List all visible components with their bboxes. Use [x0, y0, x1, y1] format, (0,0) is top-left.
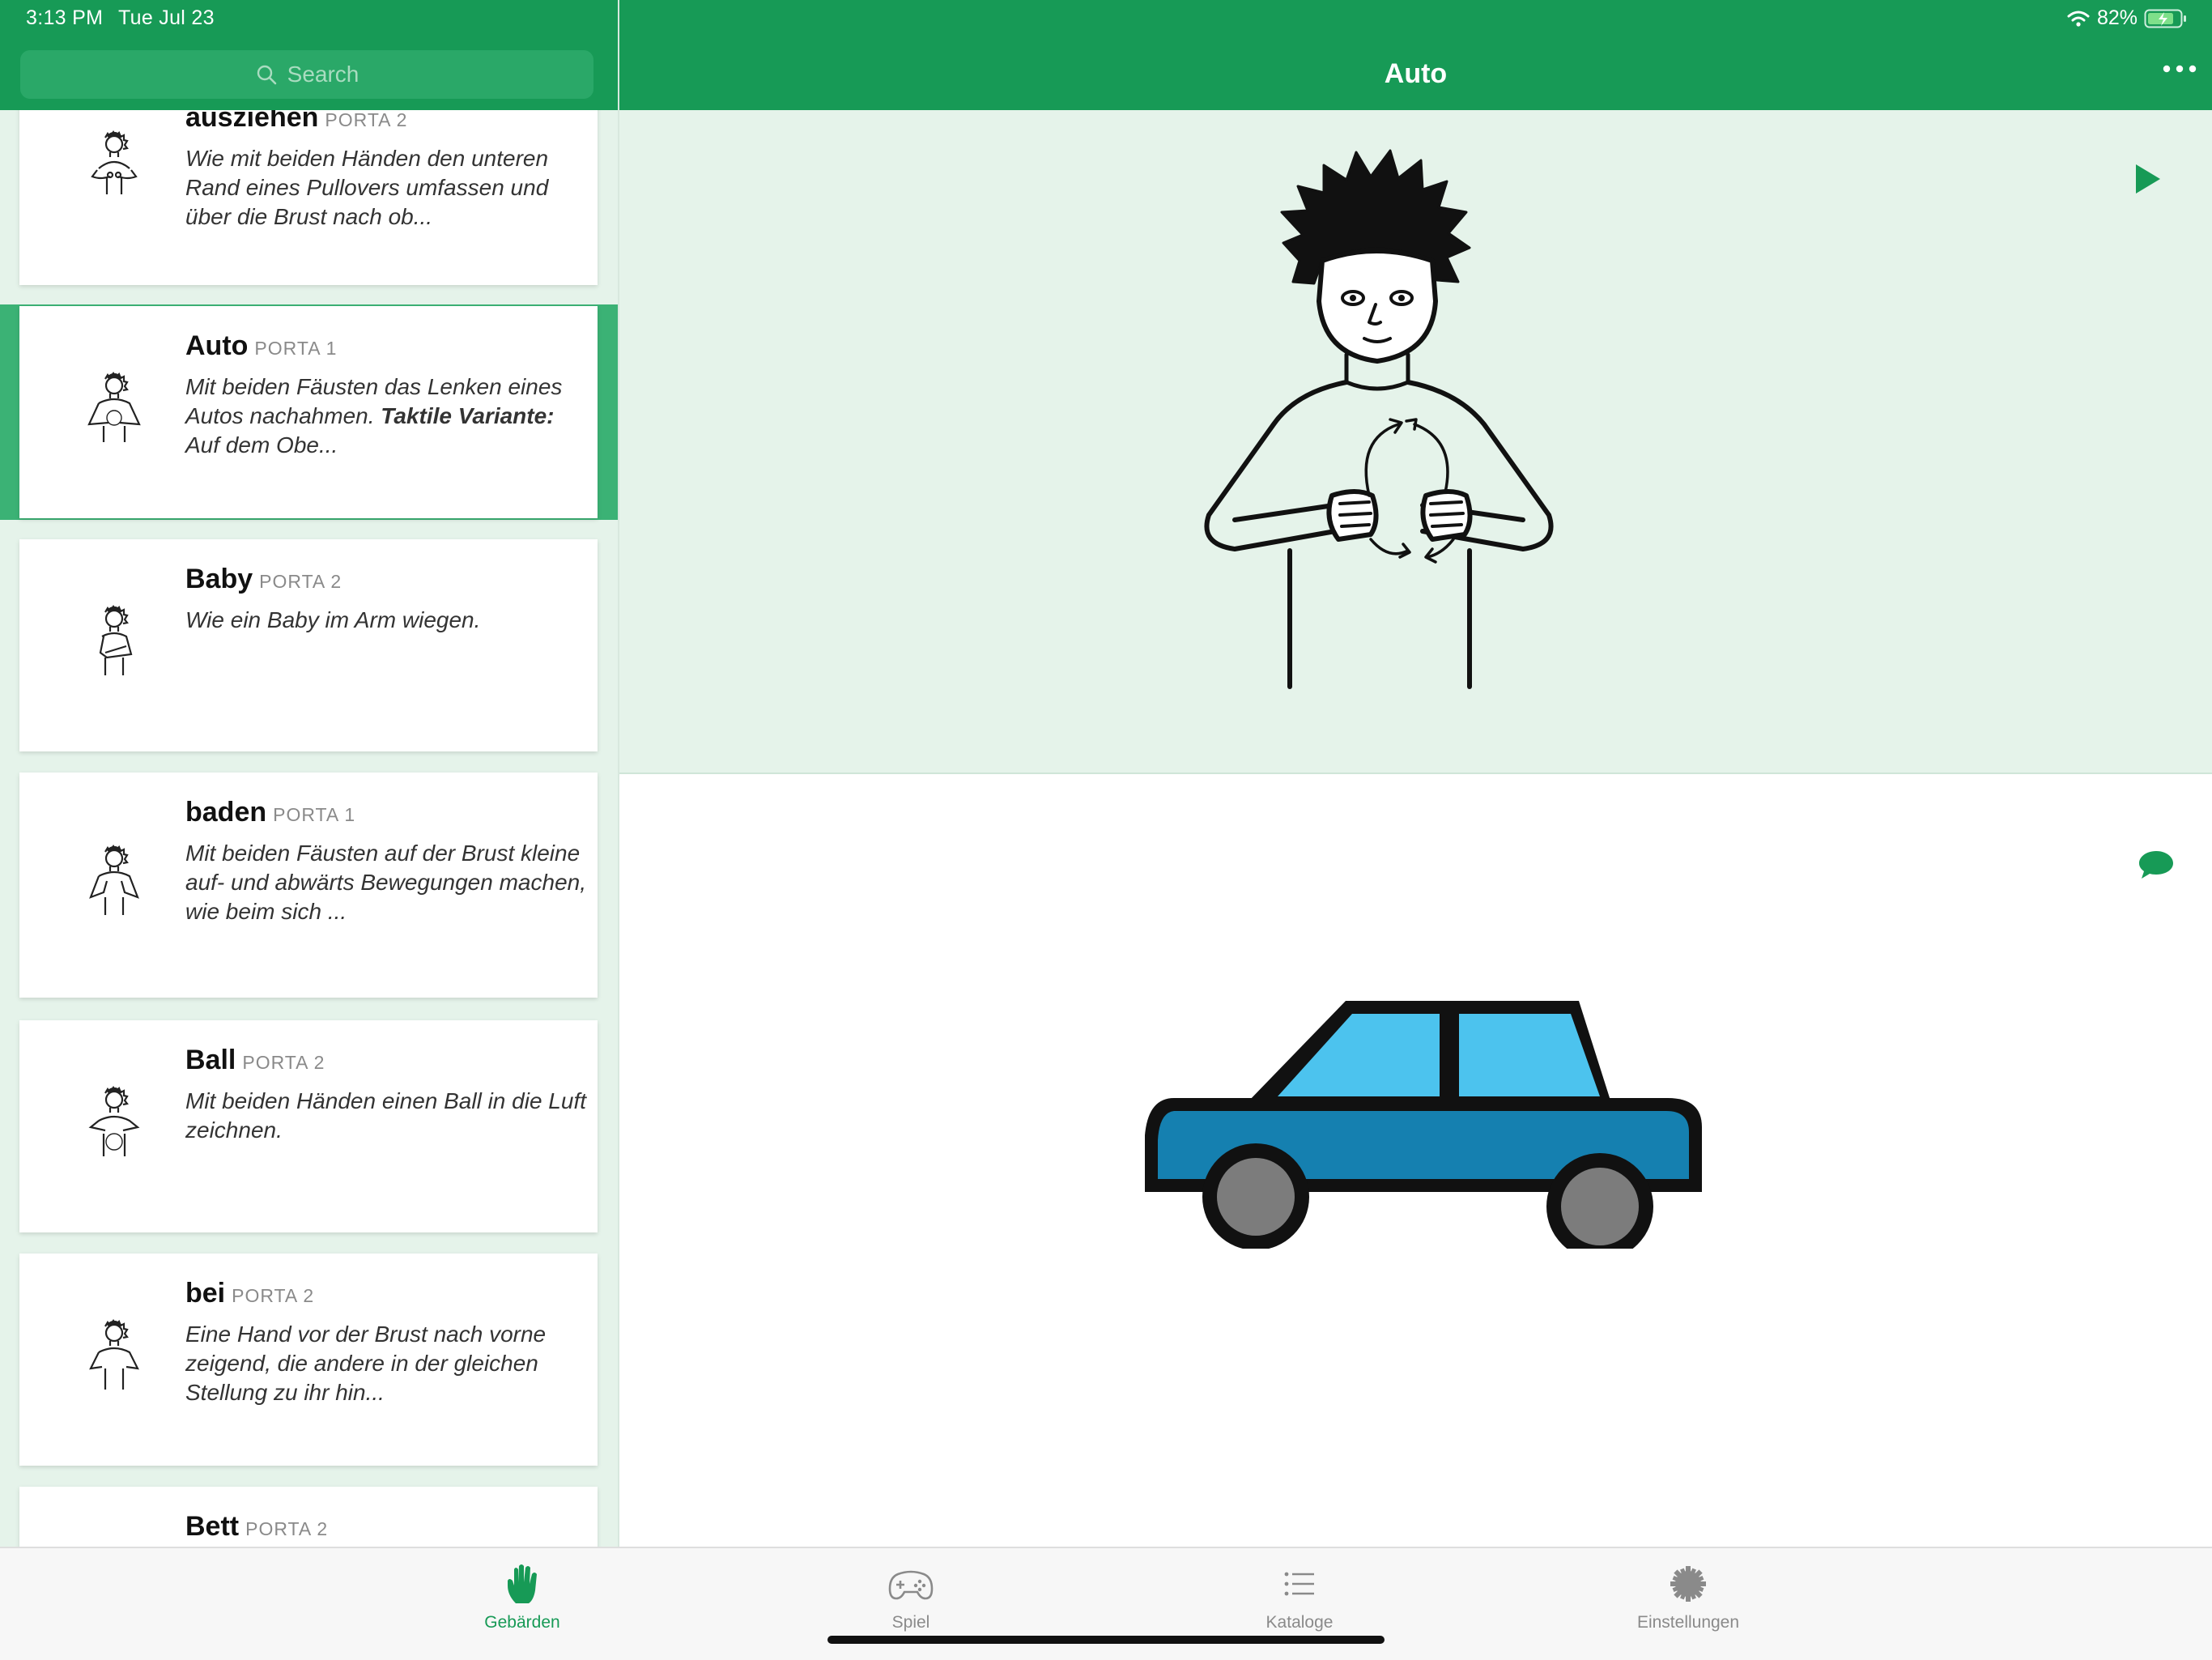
entry-description: Mit beiden Fäusten auf der Brust kleine … — [185, 841, 586, 924]
sign-thumbnail-icon — [91, 130, 138, 194]
list-item-baden[interactable]: baden PORTA 1 Mit beiden Fäusten auf der … — [19, 773, 598, 998]
entry-category: PORTA 1 — [254, 338, 338, 359]
entry-category: PORTA 2 — [232, 1285, 315, 1306]
sign-thumbnail-icon — [99, 604, 133, 675]
play-icon[interactable] — [2133, 162, 2163, 196]
sign-illustration — [1204, 149, 1554, 689]
page-title: Auto — [1384, 58, 1448, 89]
entry-category: PORTA 2 — [245, 1518, 329, 1539]
gear-icon — [1670, 1566, 1706, 1602]
tab-label: Kataloge — [1266, 1613, 1334, 1632]
tab-spiel[interactable]: Spiel — [789, 1555, 1032, 1636]
pictogram-panel — [619, 774, 2212, 1547]
entry-description: Wie mit beiden Händen den unteren Rand e… — [185, 146, 549, 229]
search-icon — [257, 65, 276, 85]
list-item-bei[interactable]: bei PORTA 2 Eine Hand vor der Brust nach … — [19, 1254, 598, 1466]
status-time: 3:13 PM — [26, 6, 104, 29]
sign-thumbnail-icon — [87, 371, 141, 442]
car-pictogram — [1145, 1001, 1702, 1249]
wifi-icon — [2067, 11, 2090, 27]
entry-word: Ball — [185, 1045, 236, 1075]
tab-label: Gebärden — [484, 1613, 560, 1632]
entry-category: PORTA 2 — [242, 1052, 325, 1073]
tab-label: Spiel — [891, 1613, 930, 1632]
entry-category: PORTA 2 — [259, 571, 342, 592]
list-item-bett[interactable]: Bett PORTA 2 — [19, 1487, 598, 1547]
search-placeholder: Search — [287, 62, 359, 87]
tab-kataloge[interactable]: Kataloge — [1178, 1555, 1421, 1636]
home-indicator — [827, 1636, 1385, 1644]
tab-einstellungen[interactable]: Einstellungen — [1567, 1555, 1810, 1636]
entry-description: Mit beiden Händen einen Ball in die Luft… — [185, 1088, 587, 1143]
entry-category: PORTA 2 — [325, 109, 408, 130]
hand-icon — [508, 1564, 537, 1603]
list-item-baby[interactable]: Baby PORTA 2 Wie ein Baby im Arm wiegen. — [19, 539, 598, 751]
entry-word: bei — [185, 1278, 226, 1309]
battery-icon — [2144, 9, 2186, 28]
status-date: Tue Jul 23 — [118, 6, 215, 29]
gamepad-icon — [888, 1570, 934, 1600]
list-icon — [1284, 1572, 1314, 1596]
entry-word: Auto — [185, 330, 249, 361]
entry-category: PORTA 1 — [273, 804, 356, 825]
entry-description: Eine Hand vor der Brust nach vorne zeige… — [185, 1322, 547, 1405]
tab-label: Einstellungen — [1636, 1613, 1740, 1632]
entry-word: baden — [185, 797, 267, 828]
tab-gebaerden[interactable]: Gebärden — [401, 1555, 644, 1636]
sign-illustration-panel — [619, 110, 2212, 774]
status-indicators: 82% — [2066, 6, 2188, 30]
sign-thumbnail-icon — [88, 1085, 140, 1156]
sidebar-header: 3:13 PM Tue Jul 23 Search — [0, 0, 618, 110]
more-options-icon[interactable] — [2162, 63, 2197, 74]
speech-bubble-icon[interactable] — [2138, 849, 2175, 881]
search-input[interactable]: Search — [20, 50, 593, 99]
entry-word: Baby — [185, 564, 253, 594]
entry-description: Wie ein Baby im Arm wiegen. — [185, 607, 481, 632]
list-item-auto[interactable]: Auto PORTA 1 Mit beiden Fäusten das Lenke… — [19, 306, 598, 518]
battery-percent: 82% — [2096, 6, 2138, 29]
sign-thumbnail-icon — [89, 844, 139, 915]
entry-description: Mit beiden Fäusten das Lenken eines Auto… — [185, 374, 563, 458]
list-item-ball[interactable]: Ball PORTA 2 Mit beiden Händen einen Ball… — [19, 1020, 598, 1232]
sidebar: ausziehen PORTA 2 Wie mit beiden Händen d… — [0, 0, 618, 1547]
entry-word: Bett — [185, 1511, 240, 1542]
sign-thumbnail-icon — [89, 1318, 139, 1390]
detail-header: Auto 82% — [619, 0, 2212, 110]
